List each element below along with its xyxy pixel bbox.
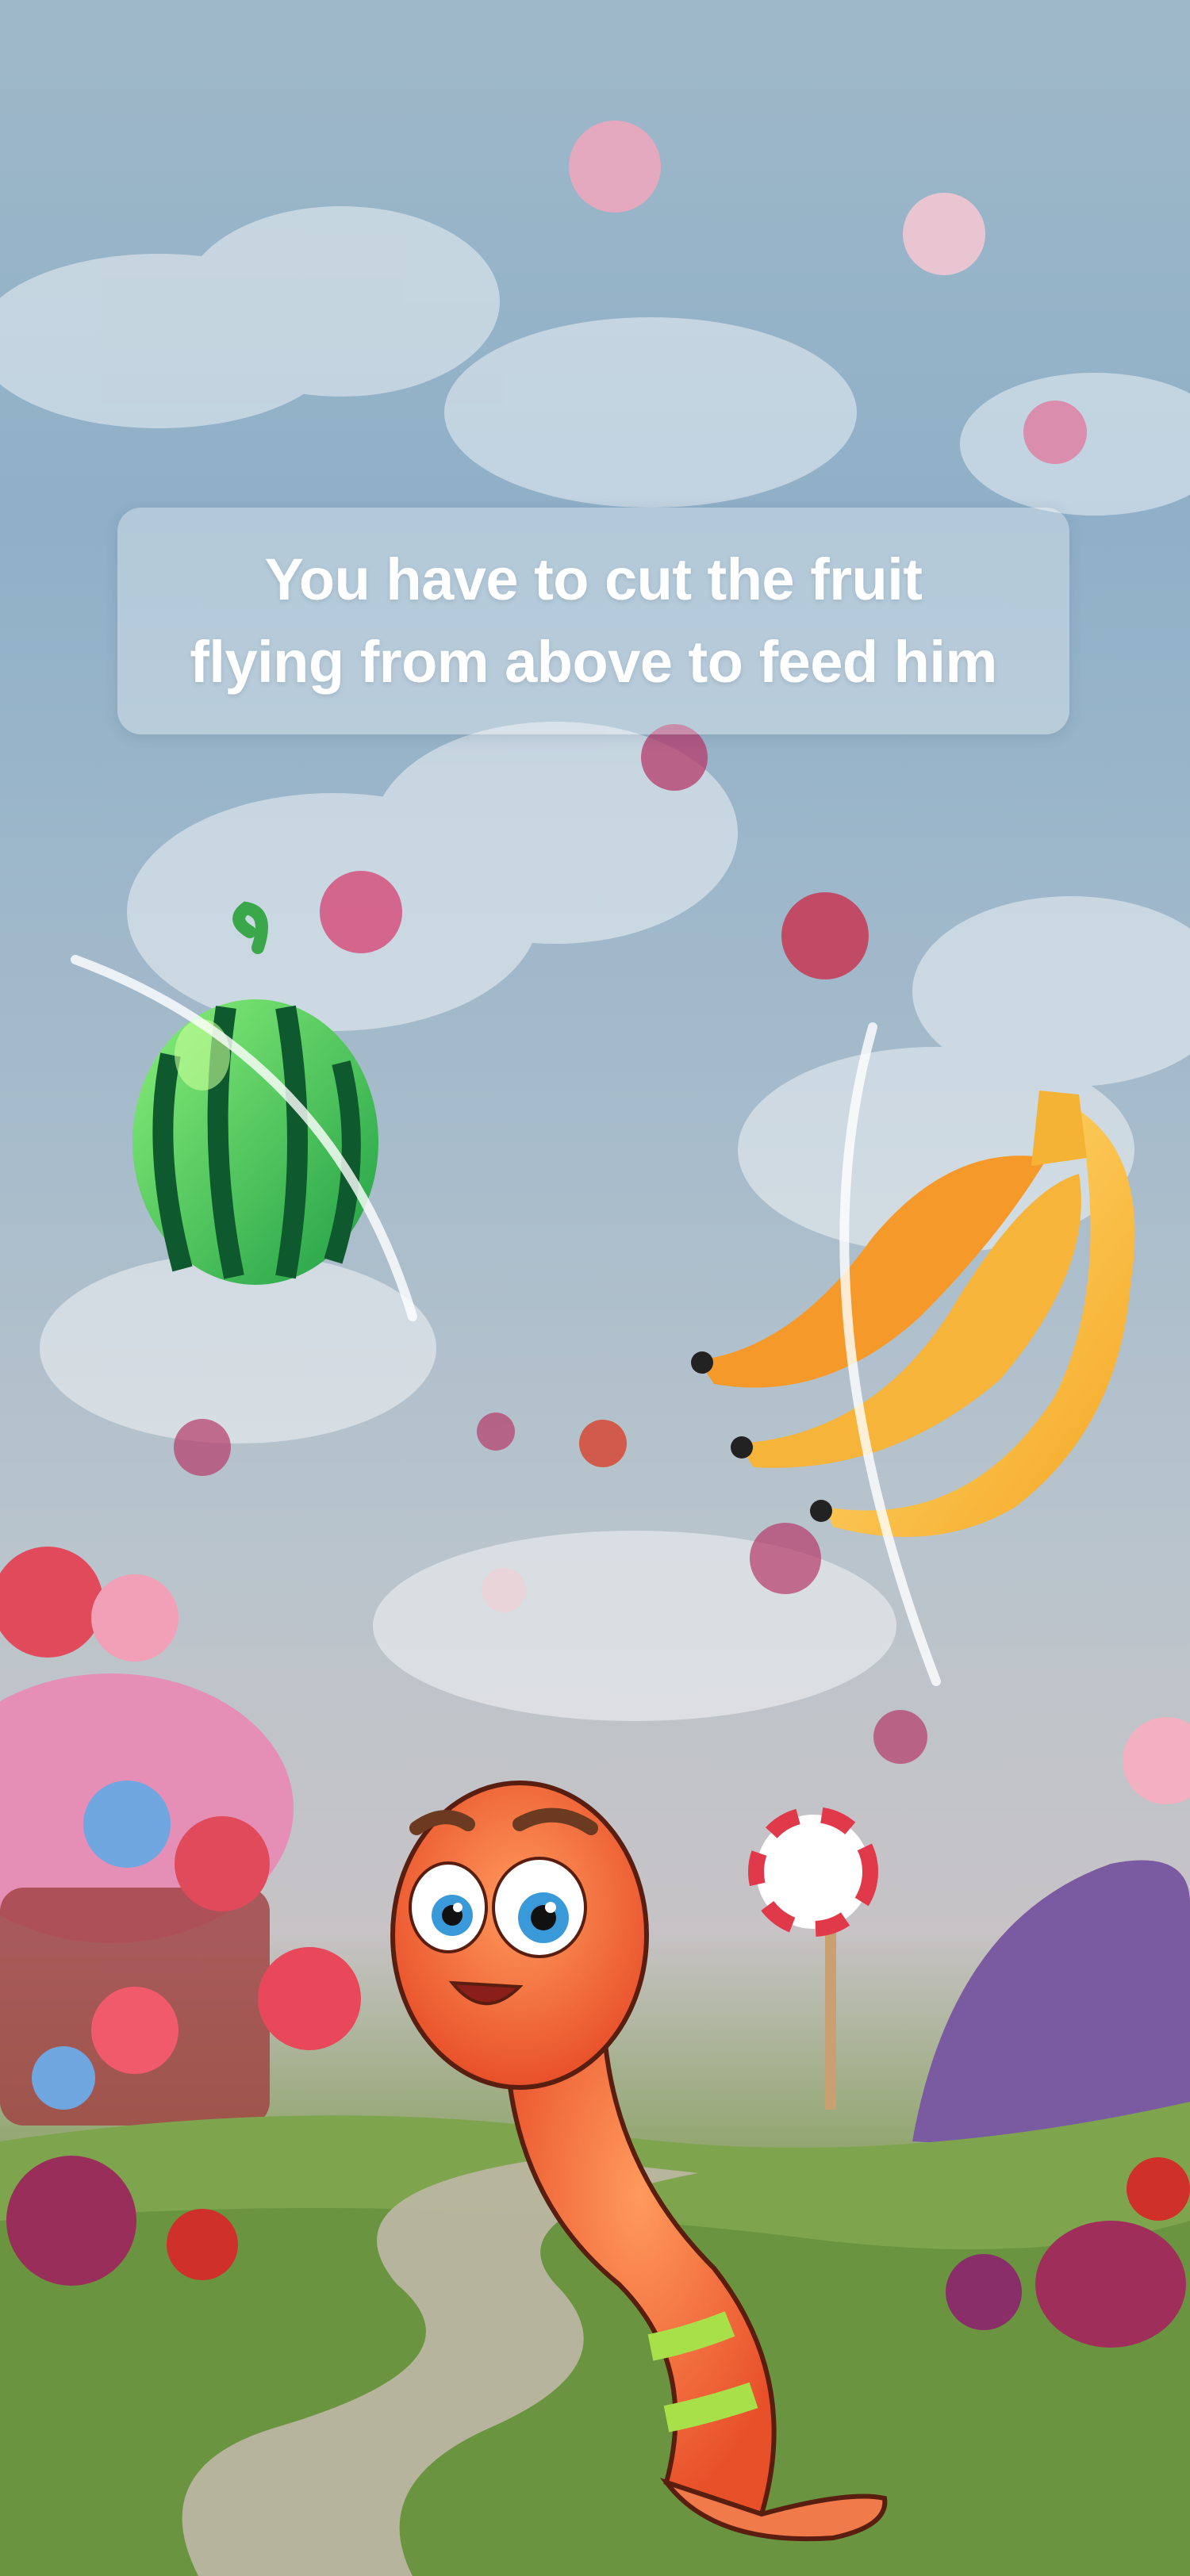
candy-ball xyxy=(569,121,661,213)
candy-ball xyxy=(781,892,869,979)
tutorial-hint-card: You have to cut the fruit flying from ab… xyxy=(117,508,1069,734)
candy-ball xyxy=(320,871,402,953)
candy-ball xyxy=(750,1523,821,1594)
candy-ball xyxy=(477,1413,515,1451)
purple-rock xyxy=(912,1717,1190,2157)
candy-ball xyxy=(482,1568,526,1612)
game-scene xyxy=(0,121,1190,2576)
candy-house xyxy=(0,1547,361,2126)
candy-ball xyxy=(873,1710,927,1764)
candy-ball xyxy=(174,1419,231,1476)
candy-ball xyxy=(579,1420,627,1467)
candy-ball xyxy=(903,193,985,275)
tutorial-hint-text: You have to cut the fruit flying from ab… xyxy=(190,546,997,695)
game-stage[interactable]: You have to cut the fruit flying from ab… xyxy=(0,0,1190,2576)
lollipop xyxy=(748,1807,878,2110)
candy-ball xyxy=(1023,401,1087,464)
